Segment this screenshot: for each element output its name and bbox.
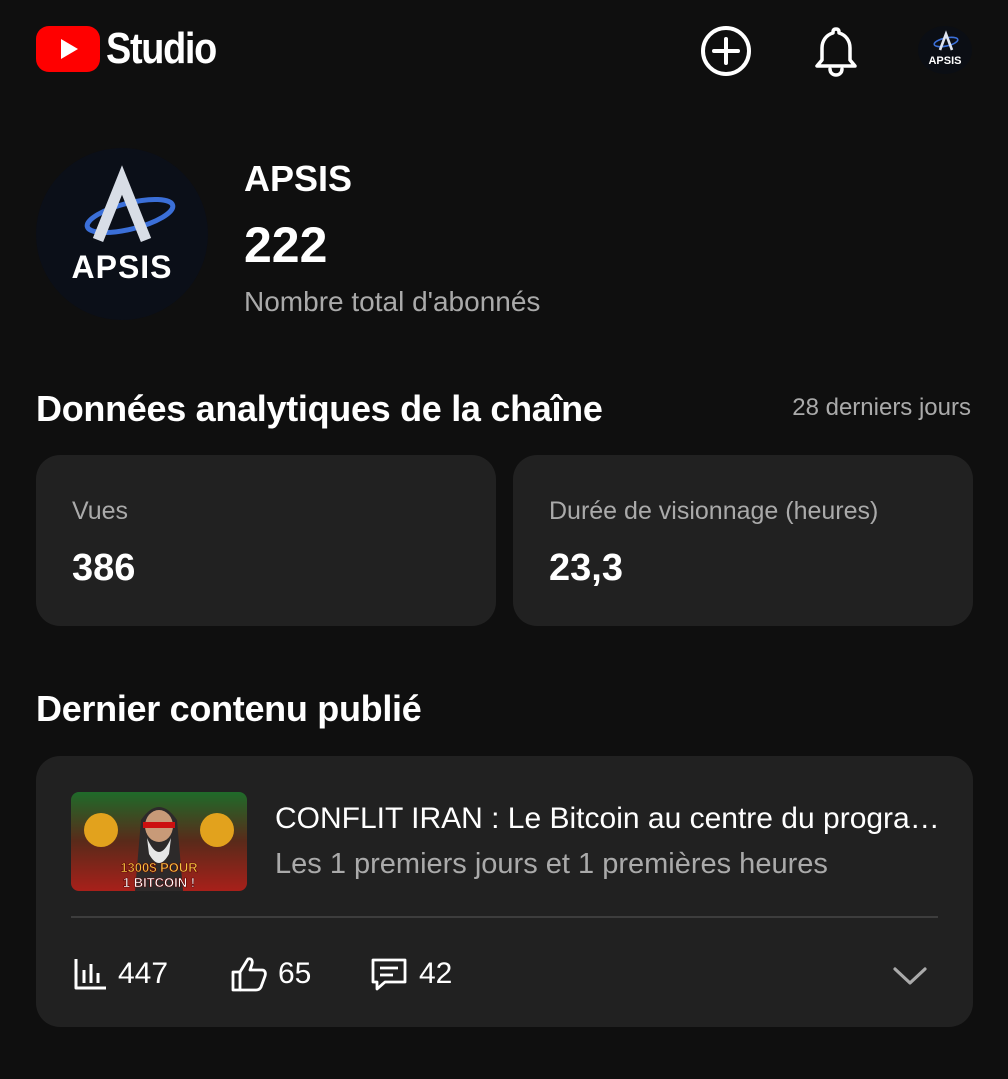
thumbs-up-icon: [231, 957, 267, 992]
bar-chart-icon: [74, 959, 106, 990]
thumbnail-text-line2: 1 BITCOIN !: [123, 875, 195, 890]
watch-time-card[interactable]: Durée de visionnage (heures) 23,3: [513, 455, 973, 626]
comment-icon: [371, 958, 407, 991]
notifications-button[interactable]: [809, 24, 863, 78]
video-likes-metric: 65: [230, 954, 311, 994]
bitcoin-coin-icon: [84, 813, 118, 847]
video-likes-value: 65: [278, 957, 312, 990]
channel-name: APSIS: [244, 158, 353, 199]
channel-avatar[interactable]: APSIS: [36, 148, 208, 320]
thumbnail-text-line1: 1300$ POUR: [120, 860, 198, 875]
views-value: 386: [72, 547, 136, 589]
watch-time-label: Durée de visionnage (heures): [549, 497, 879, 525]
views-card[interactable]: Vues 386: [36, 455, 496, 626]
apsis-avatar-icon: APSIS: [928, 30, 962, 67]
top-app-bar: Studio APSIS: [0, 0, 1008, 100]
analytics-title: Données analytiques de la chaîne: [36, 388, 603, 429]
video-thumbnail[interactable]: 1300$ POUR 1 BITCOIN !: [71, 792, 247, 891]
subscriber-count: 222: [244, 217, 328, 273]
analytics-period: 28 derniers jours: [792, 394, 971, 421]
latest-content-title: Dernier contenu publié: [36, 688, 422, 729]
youtube-play-icon: [36, 26, 100, 72]
bell-icon: [815, 27, 857, 77]
video-comments-value: 42: [419, 957, 453, 990]
bitcoin-coin-icon: [200, 813, 234, 847]
video-comments-metric: 42: [369, 954, 452, 994]
expand-button[interactable]: [888, 956, 932, 996]
apsis-logo-icon: APSIS: [71, 165, 176, 285]
chevron-down-icon: [893, 967, 927, 985]
account-avatar[interactable]: APSIS: [918, 26, 972, 74]
subscriber-label: Nombre total d'abonnés: [244, 286, 541, 317]
card-divider: [71, 916, 938, 918]
studio-dashboard: Studio APSIS APSIS APSIS 222 Nombre tota…: [0, 0, 1008, 1079]
video-views-value: 447: [118, 957, 169, 990]
latest-video-card[interactable]: 1300$ POUR 1 BITCOIN ! CONFLIT IRAN : Le…: [36, 756, 973, 1027]
create-button[interactable]: [699, 24, 753, 78]
studio-logo[interactable]: Studio: [36, 24, 234, 74]
video-views-metric: 447: [72, 954, 168, 994]
video-title[interactable]: CONFLIT IRAN : Le Bitcoin au centre du p…: [275, 802, 945, 836]
views-label: Vues: [72, 497, 129, 525]
account-avatar-text: APSIS: [928, 55, 961, 67]
channel-avatar-text: APSIS: [71, 249, 172, 285]
watch-time-value: 23,3: [549, 547, 623, 589]
thumbnail-image: 1300$ POUR 1 BITCOIN !: [71, 792, 247, 891]
add-circle-icon: [701, 26, 751, 76]
video-performance-period: Les 1 premiers jours et 1 premières heur…: [275, 848, 828, 880]
app-name: Studio: [106, 24, 217, 73]
